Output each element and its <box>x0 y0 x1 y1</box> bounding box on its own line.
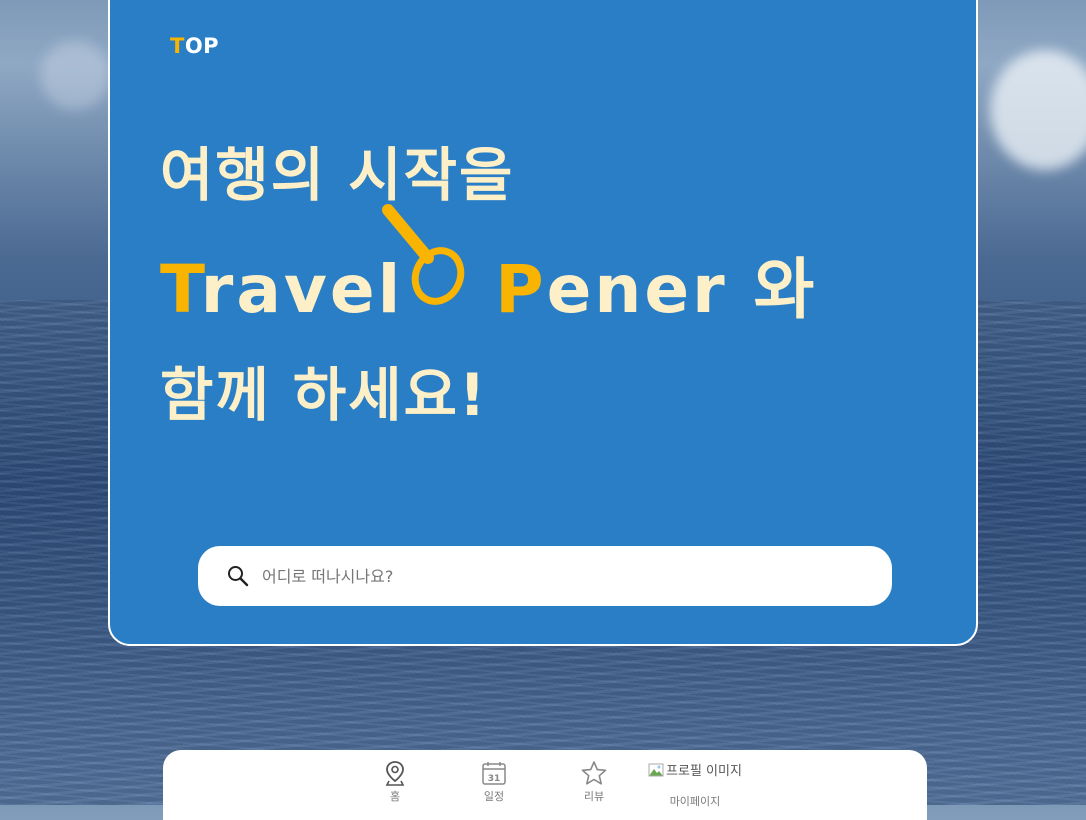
nav-label-home: 홈 <box>389 790 401 803</box>
nav-label-review: 리뷰 <box>583 790 605 803</box>
headline-t-letter: T <box>160 251 201 328</box>
nav-item-review[interactable]: 리뷰 <box>564 760 624 804</box>
star-icon <box>581 761 607 785</box>
search-bar <box>198 546 892 606</box>
headline-ener: ener 와 <box>546 251 818 328</box>
calendar-icon: 31 <box>482 762 506 785</box>
nav-label-schedule: 일정 <box>483 790 505 803</box>
headline-p-letter: P <box>495 251 547 328</box>
hero-card: TOP 여행의 시작을 Travel Pener 와 함께 하세요! <box>108 0 978 646</box>
nav-item-home[interactable]: 홈 <box>365 760 425 804</box>
headline-line-2: Travel Pener 와 <box>160 236 817 332</box>
bottle-opener-icon <box>382 204 465 305</box>
nav-label-mypage: 마이페이지 <box>669 795 721 808</box>
cloud-right <box>990 50 1086 170</box>
bottom-nav: 홈 31 일정 리뷰 프로필 이미지 마이페이지 <box>163 750 927 820</box>
profile-image: 프로필 이미지 <box>648 760 742 779</box>
profile-alt-text: 프로필 이미지 <box>666 764 742 779</box>
logo-accent-letter: T <box>170 34 185 58</box>
broken-image-icon <box>648 763 664 776</box>
cloud-left <box>40 40 110 110</box>
nav-item-mypage[interactable]: 프로필 이미지 마이페이지 <box>645 760 745 809</box>
search-input[interactable] <box>260 565 824 587</box>
top-logo[interactable]: TOP <box>170 34 219 58</box>
logo-rest: OP <box>184 34 220 58</box>
headline-line-3: 함께 하세요! <box>160 361 488 429</box>
calendar-day-text: 31 <box>488 774 501 784</box>
map-pin-icon <box>385 761 405 786</box>
nav-item-schedule[interactable]: 31 일정 <box>464 760 524 804</box>
search-icon[interactable] <box>226 564 250 588</box>
